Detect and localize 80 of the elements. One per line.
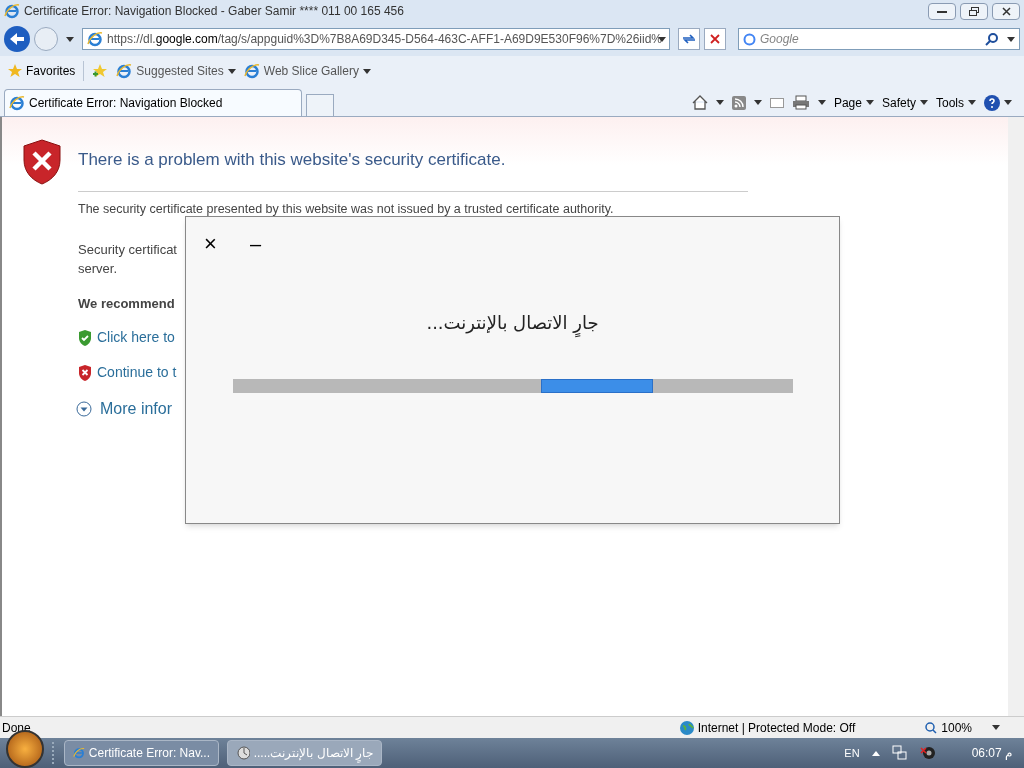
command-menu[interactable]: Tools [936,93,976,112]
ie-icon [4,3,20,19]
printer-icon [791,95,810,110]
caret-icon [865,100,874,105]
refresh-button[interactable] [678,28,700,50]
browser-e-icon [243,63,260,79]
page-heading: There is a problem with this website's security certificate. [78,139,748,192]
recommendation-heading: We recommend [78,294,175,313]
caret-icon [817,100,826,105]
zone-indicator: Internet | Protected Mode: Off [679,718,926,737]
help-icon [984,94,1000,111]
close-button[interactable]: × [204,229,217,259]
arrow-left-icon [10,33,24,45]
caret-icon [1004,100,1012,105]
caret-icon [227,68,236,74]
page-link[interactable]: Click here to [97,327,175,348]
minimize-button[interactable]: – [250,229,262,259]
caret-icon [66,36,74,42]
home-button[interactable] [691,95,724,110]
network-icon [891,745,908,761]
clock-icon [236,745,250,761]
caret-icon [1007,36,1015,42]
clock[interactable]: 06:07 م [971,744,1012,762]
caret-icon [753,100,762,105]
help-button[interactable] [984,94,1012,111]
home-icon [691,95,708,110]
zoom-button[interactable]: 100% [925,718,1024,737]
body-text: Security certificat [78,240,177,259]
browser-tab[interactable]: Certificate Error: Navigation Blocked [4,89,302,116]
add-favorites-icon [92,64,109,78]
ie-icon [87,31,103,47]
speaker-muted-icon [919,745,936,761]
caret-icon [362,68,371,74]
browser-e-icon [116,63,133,79]
search-icon [985,32,999,46]
minimize-icon [937,9,947,13]
favorites-link[interactable]: Web Slice Gallery [243,62,371,80]
search-input[interactable]: Google [760,30,981,48]
zoom-icon [925,721,938,734]
stop-button[interactable] [704,28,726,50]
close-button[interactable] [992,2,1020,20]
more-information-link[interactable]: More infor [100,397,173,421]
shield-error-icon [22,139,62,185]
browser-e-icon [9,95,25,111]
page-link[interactable]: Continue to t [97,362,177,383]
command-menu[interactable]: Page [833,93,874,112]
mail-button[interactable] [769,97,784,108]
globe-icon [679,720,694,735]
close-icon [1001,6,1011,16]
minimize-button[interactable] [928,2,956,20]
command-menu[interactable]: Safety [881,93,928,112]
browser-e-icon [73,745,85,761]
window-title: Certificate Error: Navigation Blocked - Gaber Samir **** 011 00 165 456 [24,3,405,20]
address-field[interactable]: https://dl.google.com/tag/s/appguid%3D%7B8A69D345-D564-463C-AFF1-A69D9E530F96%7D%26iid% [82,28,670,50]
body-text: The security certificate presented by this website was not issued by a trusted certificate authority. [78,201,614,216]
caret-icon [968,100,976,105]
restore-icon [969,6,979,16]
refresh-icon [682,33,696,45]
expand-icon [76,401,92,417]
start-button[interactable] [6,730,44,768]
restore-button[interactable] [960,2,988,20]
print-button[interactable] [791,95,826,110]
caret-icon [871,750,880,756]
star-icon [8,64,22,78]
body-text: server. [78,259,117,278]
search-field[interactable]: Google [738,28,1020,50]
google-g-icon [743,32,756,46]
favorites-button[interactable]: Favorites [8,62,76,80]
language-indicator[interactable]: EN [844,744,860,762]
shield-check-icon [78,329,92,346]
feed-icon [731,95,746,110]
caret-icon [715,100,724,105]
status-message: جارٍ الاتصال بالإنترنت... [186,309,839,336]
shield-error-icon [78,364,92,381]
caret-icon [920,100,928,105]
close-icon [710,34,720,44]
favorites-link[interactable]: Suggested Sites [116,62,236,80]
feeds-button[interactable] [731,95,762,110]
back-button[interactable] [4,26,30,52]
caret-icon [992,725,1000,730]
